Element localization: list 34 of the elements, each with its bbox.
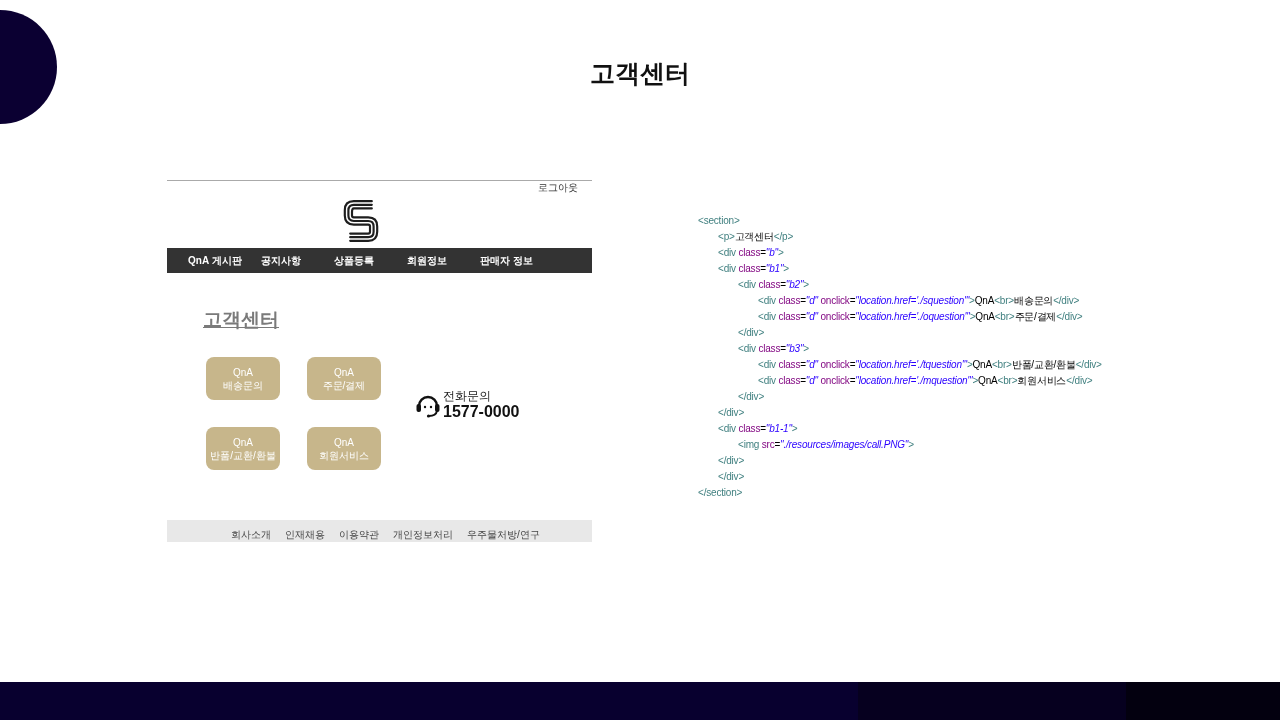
- code-line: </div>: [738, 390, 765, 404]
- footer-link[interactable]: 회사소개: [231, 528, 271, 542]
- code-line: <div class="d" onclick="location.href='./squestion'">QnA<br>배송문의</div>: [758, 294, 1080, 308]
- slide-title: 고객센터: [590, 58, 690, 89]
- code-line: <div class="b3">: [738, 342, 809, 356]
- code-line: </div>: [718, 406, 745, 420]
- code-line: <div class="d" onclick="location.href='./oquestion'">QnA<br>주문/결제</div>: [758, 310, 1083, 324]
- nav-link[interactable]: 판매자 정보: [480, 254, 533, 267]
- code-line: <div class="d" onclick="location.href='./tquestion'">QnA<br>반품/교환/환불</div>: [758, 358, 1102, 372]
- code-line: <div class="d" onclick="location.href='./mquestion'">QnA<br>회원서비스</div>: [758, 374, 1093, 388]
- nav-link[interactable]: 회원정보: [407, 254, 447, 267]
- code-line: <p>고객센터</p>: [718, 230, 794, 244]
- logout-link[interactable]: 로그아웃: [538, 181, 578, 194]
- code-line: </div>: [718, 454, 745, 468]
- code-line: <div class="b">: [718, 246, 784, 260]
- code-line: </div>: [738, 326, 765, 340]
- code-line: </section>: [698, 486, 743, 500]
- code-line: <div class="b2">: [738, 278, 809, 292]
- footer-link[interactable]: 인재채용: [285, 528, 325, 542]
- code-line: <section>: [698, 214, 740, 228]
- footer-link[interactable]: 우주물처방/연구: [467, 528, 540, 542]
- footer-link[interactable]: 이용약관: [339, 528, 379, 542]
- nav-link[interactable]: QnA 게시판: [188, 254, 242, 267]
- nav-link[interactable]: 공지사항: [261, 254, 301, 267]
- code-line: <div class="b1">: [718, 262, 789, 276]
- code-line: <div class="b1-1">: [718, 422, 798, 436]
- phone-label: 전화문의: [443, 389, 491, 403]
- code-line: <img src="./resources/images/call.PNG">: [738, 438, 914, 452]
- nav-link[interactable]: 상품등록: [334, 254, 374, 267]
- phone-number: 1577-0000: [443, 402, 520, 420]
- footer-link[interactable]: 개인정보처리: [393, 528, 453, 542]
- logo-icon: [342, 199, 379, 243]
- code-line: </div>: [718, 470, 745, 484]
- page-heading: 고객센터: [203, 309, 279, 331]
